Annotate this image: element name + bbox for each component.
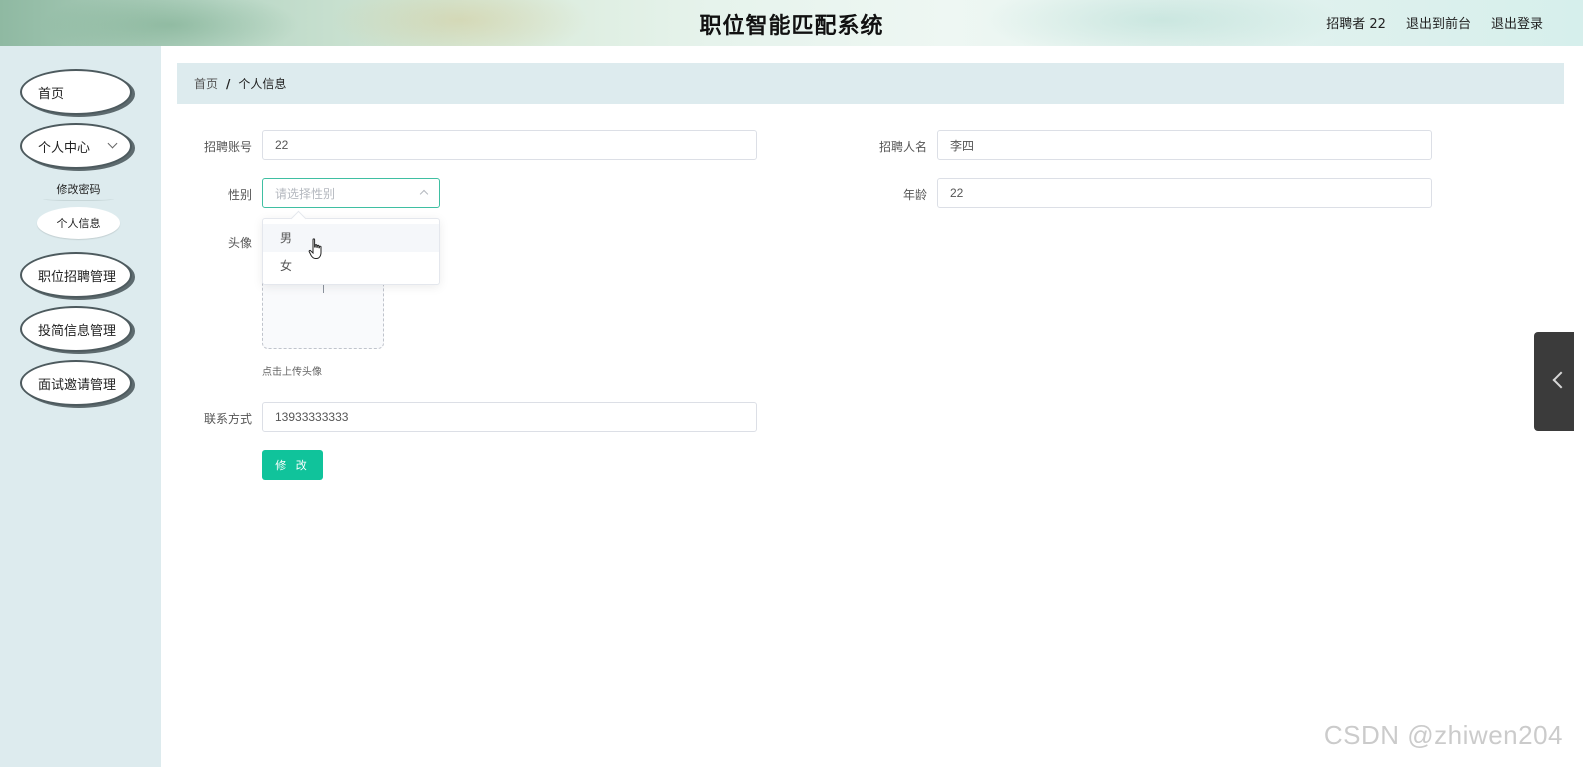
account-label: 招聘账号 <box>203 140 252 154</box>
header-user-links: 招聘者 22 退出到前台 退出登录 <box>1326 13 1543 32</box>
sidebar-item-job-recruitment[interactable]: 职位招聘管理 <box>20 252 132 298</box>
sidebar-subitem-label: 个人信息 <box>56 217 101 230</box>
sidebar-item-personal-center[interactable]: 个人中心 <box>20 123 132 169</box>
account-input[interactable]: 22 <box>262 130 757 160</box>
gender-option-male[interactable]: 男 <box>263 224 439 252</box>
age-value: 22 <box>950 186 964 200</box>
breadcrumb-separator: / <box>226 76 231 91</box>
chevron-left-icon <box>1552 371 1570 389</box>
gender-select[interactable]: 请选择性别 <box>262 178 440 208</box>
sidebar-item-resume-management[interactable]: 投简信息管理 <box>20 306 132 352</box>
watermark: CSDN @zhiwen204 <box>1323 720 1563 750</box>
age-input[interactable]: 22 <box>937 178 1432 208</box>
breadcrumb-home[interactable]: 首页 <box>194 75 218 92</box>
name-input[interactable]: 李四 <box>937 130 1432 160</box>
sidebar-item-interview-invitation[interactable]: 面试邀请管理 <box>20 360 132 406</box>
breadcrumb-current: 个人信息 <box>238 77 287 91</box>
gender-dropdown: 男 女 <box>262 218 440 285</box>
current-user-label: 招聘者 22 <box>1326 17 1386 32</box>
avatar-uploader[interactable] <box>262 280 384 349</box>
chevron-up-icon <box>419 189 429 199</box>
side-panel-toggle[interactable] <box>1534 332 1574 431</box>
gender-placeholder: 请选择性别 <box>275 186 336 201</box>
top-header: 职位智能匹配系统 招聘者 22 退出到前台 退出登录 <box>0 0 1583 46</box>
chevron-down-icon <box>107 138 118 149</box>
phone-input[interactable]: 13933333333 <box>262 402 757 432</box>
sidebar-item-label: 投简信息管理 <box>38 323 117 339</box>
sidebar-item-home[interactable]: 首页 <box>20 69 132 115</box>
sidebar-subitem-personal-info[interactable]: 个人信息 <box>37 207 120 239</box>
avatar-upload-hint: 点击上传头像 <box>262 367 322 378</box>
phone-value: 13933333333 <box>275 410 349 424</box>
sidebar-subitem-change-password[interactable]: 修改密码 <box>37 173 120 205</box>
sidebar-item-label: 职位招聘管理 <box>38 269 117 285</box>
sidebar-subitem-label: 修改密码 <box>56 183 101 196</box>
sidebar: 首页 个人中心 修改密码 个人信息 职位招聘管理 投简信息管理 面试邀请管理 <box>0 46 161 767</box>
submit-button[interactable]: 修 改 <box>262 450 323 480</box>
logout-link[interactable]: 退出登录 <box>1491 13 1543 32</box>
account-value: 22 <box>275 138 289 152</box>
gender-option-female[interactable]: 女 <box>263 252 439 280</box>
age-label: 年龄 <box>902 188 927 202</box>
plus-icon <box>323 284 324 293</box>
exit-to-front-link[interactable]: 退出到前台 <box>1406 13 1471 32</box>
name-label: 招聘人名 <box>878 140 927 154</box>
avatar-label: 头像 <box>227 236 252 250</box>
sidebar-item-label: 首页 <box>38 86 65 102</box>
hand-pointer-icon <box>308 238 322 259</box>
sidebar-item-label: 个人中心 <box>38 140 91 156</box>
sidebar-item-label: 面试邀请管理 <box>38 377 117 393</box>
phone-label: 联系方式 <box>203 412 252 426</box>
name-value: 李四 <box>950 138 975 153</box>
breadcrumb: 首页 / 个人信息 <box>177 63 1564 104</box>
gender-label: 性别 <box>227 188 252 202</box>
